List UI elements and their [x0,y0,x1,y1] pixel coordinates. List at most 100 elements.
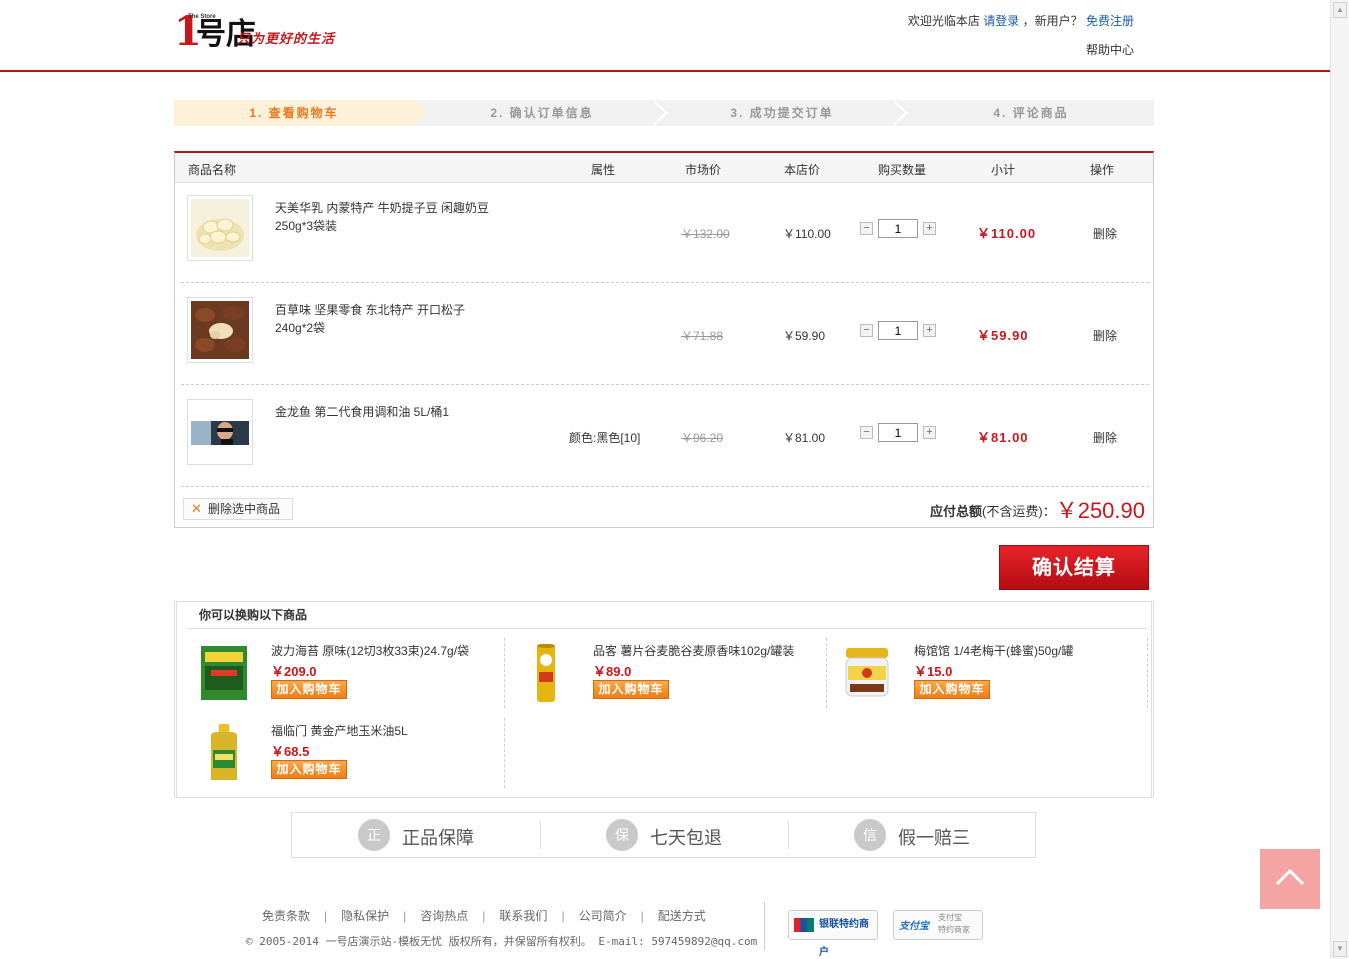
chips-can-image[interactable] [519,642,573,704]
recommend-title: 你可以换购以下商品 [187,602,1147,629]
qty-decrease-button[interactable]: − [860,426,873,439]
cart-row: 百草味 坚果零食 东北特产 开口松子 240g*2袋 ￥71.88 ￥59.90… [181,285,1149,385]
market-price: ￥132.00 [681,227,730,241]
guarantee-authentic: 正 正品保障 [292,813,540,857]
total-amount: ￥250.90 [1055,498,1145,523]
col-attr: 属性 [591,163,616,177]
add-to-cart-button[interactable]: 加入购物车 [914,680,990,699]
store-price: ￥81.00 [783,431,826,445]
step-confirm-order: 2. 确认订单信息 [490,106,594,120]
step-review: 4. 评论商品 [993,106,1069,120]
back-to-top-button[interactable] [1260,849,1320,909]
col-qty: 购买数量 [878,163,927,177]
delete-selected-label: 删除选中商品 [208,502,281,516]
alipay-badge[interactable]: 支付宝 支付宝 特约商家 [893,910,983,940]
product-attr: 颜色:黑色[10] [569,431,641,445]
recommend-item-name[interactable]: 福临门 黄金产地玉米油5L [271,722,408,739]
recommend-item: 波力海苔 原味(12切3枚33束)24.7g/袋 ￥209.0 加入购物车 [185,638,505,708]
quantity-stepper: − + [860,423,940,443]
close-icon: ✕ [191,501,202,516]
unionpay-icon [794,918,814,932]
col-name: 商品名称 [188,163,237,177]
unionpay-badge[interactable]: 银联特约商户 [788,910,878,958]
order-total: 应付总额(不含运费)：￥250.90 [930,493,1145,525]
logo-slogan: 只为更好的生活 [237,31,336,46]
qty-increase-button[interactable]: + [923,426,936,439]
authentic-icon: 正 [358,819,390,851]
store-price: ￥59.90 [783,329,826,343]
recommend-item: 福临门 黄金产地玉米油5L ￥68.5 加入购物车 [185,718,505,788]
register-link[interactable]: 免费注册 [1086,14,1134,28]
recommend-item: 梅馆馆 1/4老梅干(蜂蜜)50g/罐 ￥15.0 加入购物车 [828,638,1148,708]
footer-link-delivery[interactable]: 配送方式 [658,909,706,923]
product-thumbnail[interactable] [187,399,253,465]
qty-decrease-button[interactable]: − [860,324,873,337]
footer-link-disclaimer[interactable]: 免责条款 [262,909,310,923]
product-name-link[interactable]: 金龙鱼 第二代食用调和油 5L/桶1 [275,403,495,421]
recommend-item-name[interactable]: 品客 薯片谷麦脆谷麦原香味102g/罐装 [593,642,794,659]
qty-input[interactable] [878,219,918,238]
recommend-item-name[interactable]: 波力海苔 原味(12切3枚33束)24.7g/袋 [271,642,469,659]
recommend-item-price: ￥209.0 [271,664,317,679]
market-price: ￥71.88 [681,329,724,343]
footer-link-about[interactable]: 公司简介 [579,909,627,923]
delete-item-link[interactable]: 删除 [1093,327,1117,344]
login-link[interactable]: 请登录 [983,14,1019,28]
corn-oil-bottle-image[interactable] [197,722,251,784]
product-name-link[interactable]: 百草味 坚果零食 东北特产 开口松子 240g*2袋 [275,301,495,337]
recommend-item-price: ￥89.0 [593,664,632,679]
top-user-links: 欢迎光临本店 请登录 ，新用户？ 免费注册 [908,12,1134,29]
qty-increase-button[interactable]: + [923,222,936,235]
add-to-cart-button[interactable]: 加入购物车 [271,680,347,699]
welcome-text: 欢迎光临本店 [907,14,980,28]
step-view-cart: 1. 查看购物车 [174,100,428,126]
checkout-steps: 1. 查看购物车 2. 确认订单信息 3. 成功提交订单 4. 评论商品 [174,100,1154,126]
product-name-link[interactable]: 天美华乳 内蒙特产 牛奶提子豆 闲趣奶豆 250g*3袋装 [275,199,495,235]
recommend-item-name[interactable]: 梅馆馆 1/4老梅干(蜂蜜)50g/罐 [914,642,1073,659]
logo-thestore: The Store [188,14,216,20]
page-scrollbar[interactable]: ▲ ▼ [1330,0,1349,959]
help-center-link[interactable]: 帮助中心 [1086,41,1134,58]
col-subtotal: 小计 [991,163,1016,177]
qty-increase-button[interactable]: + [923,324,936,337]
product-thumbnail[interactable] [187,297,253,363]
confirm-checkout-button[interactable]: 确认结算 [999,545,1149,590]
guarantee-label: 假一赔三 [898,828,970,848]
trust-icon: 信 [854,819,886,851]
scroll-up-icon[interactable]: ▲ [1333,2,1347,18]
cart-row: 金龙鱼 第二代食用调和油 5L/桶1 颜色:黑色[10] ￥96.20 ￥81.… [181,387,1149,487]
qty-decrease-button[interactable]: − [860,222,873,235]
seaweed-product-image[interactable] [197,642,251,704]
col-price: 本店价 [784,163,821,177]
scroll-down-icon[interactable]: ▼ [1333,941,1347,957]
recommend-item-price: ￥15.0 [914,664,953,679]
col-market-price: 市场价 [685,163,722,177]
pine-nuts-image [191,301,249,359]
guarantee-compensation: 信 假一赔三 [788,813,1036,857]
footer-link-contact[interactable]: 联系我们 [499,909,547,923]
delete-item-link[interactable]: 删除 [1093,429,1117,446]
recommend-item: 品客 薯片谷麦脆谷麦原香味102g/罐装 ￥89.0 加入购物车 [507,638,827,708]
new-user-text: ，新用户？ [1022,14,1083,28]
footer-link-hotline[interactable]: 咨询热点 [420,909,468,923]
market-price: ￥96.20 [681,431,724,445]
unionpay-badge-label: 银联特约商户 [819,919,869,958]
delete-selected-button[interactable]: ✕ 删除选中商品 [183,498,293,520]
guarantee-return: 保 七天包退 [540,813,788,857]
store-price: ￥110.00 [783,227,831,241]
qty-input[interactable] [878,321,918,340]
footer-links: 免责条款 | 隐私保护 | 咨询热点 | 联系我们 | 公司简介 | 配送方式 [262,909,706,923]
recommend-item-price: ￥68.5 [271,744,310,759]
add-to-cart-button[interactable]: 加入购物车 [593,680,669,699]
cart-table-header: 商品名称 属性 市场价 本店价 购买数量 小计 操作 [175,153,1153,183]
plum-jar-image[interactable] [840,642,894,704]
delete-item-link[interactable]: 删除 [1093,225,1117,242]
qty-input[interactable] [878,423,918,442]
guarantee-label: 正品保障 [402,828,474,848]
product-thumbnail[interactable] [187,195,253,261]
step-submit-order: 3. 成功提交订单 [730,106,834,120]
site-logo[interactable]: 1 号店 The Store 只为更好的生活 [174,10,344,60]
add-to-cart-button[interactable]: 加入购物车 [271,760,347,779]
footer-link-privacy[interactable]: 隐私保护 [341,909,389,923]
total-note: (不含运费)： [982,504,1056,519]
